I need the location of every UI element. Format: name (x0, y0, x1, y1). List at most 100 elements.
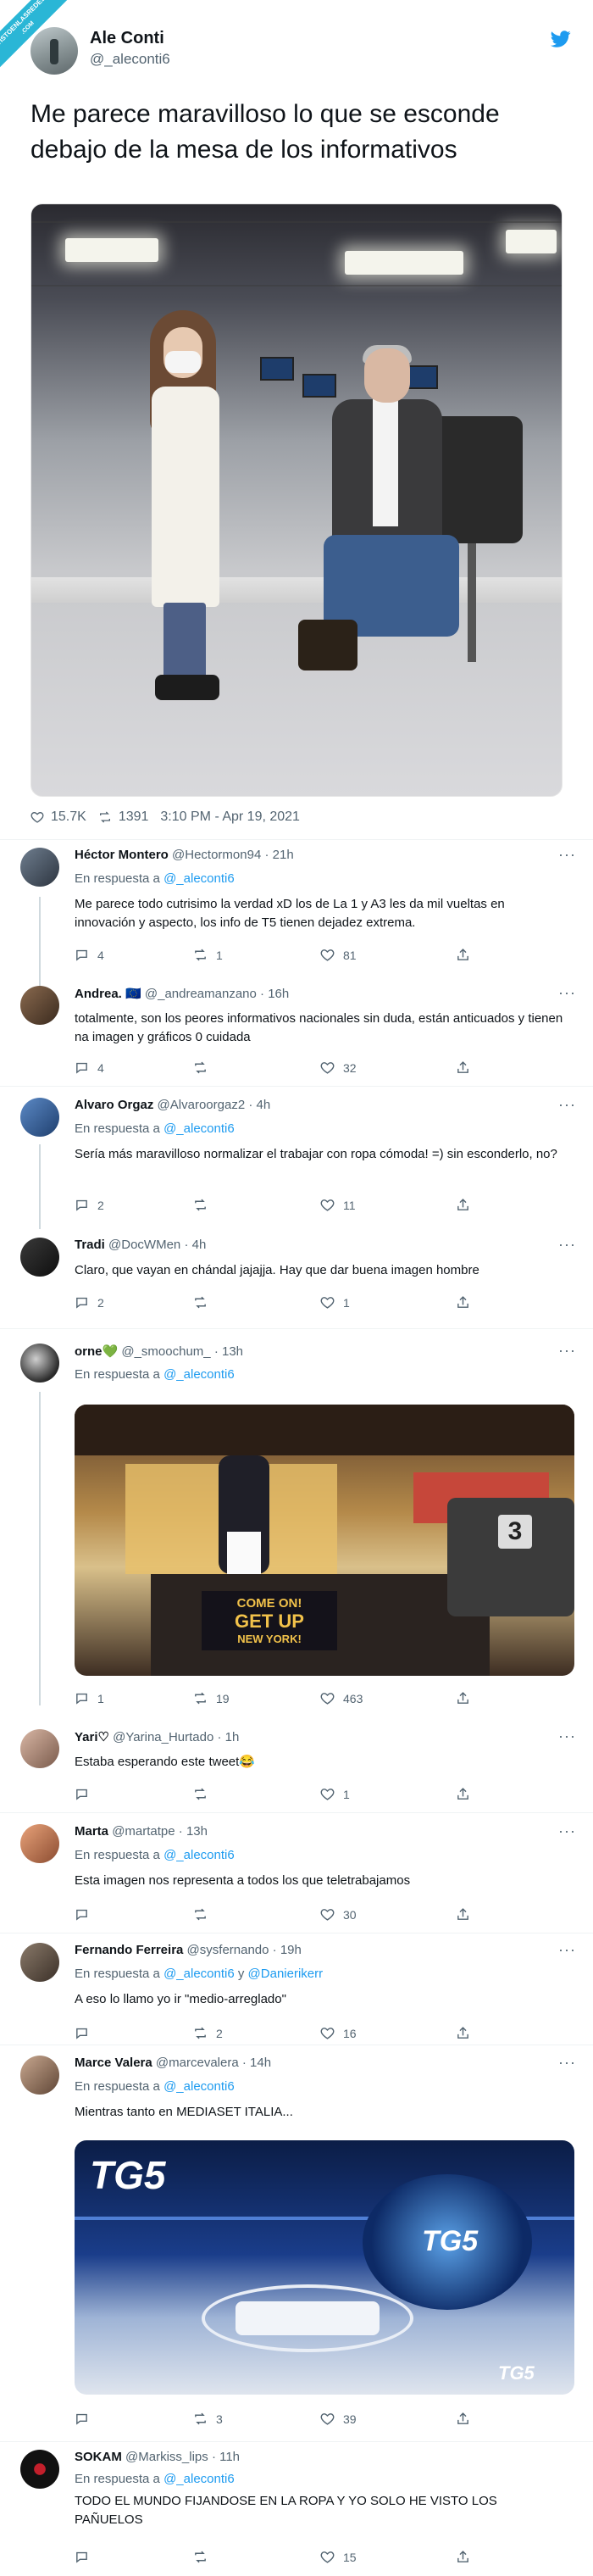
reply-avatar[interactable] (20, 848, 59, 887)
reply-author-name[interactable]: Héctor Montero (75, 848, 169, 862)
reply-to-mention[interactable]: @_aleconti6 (163, 1848, 235, 1862)
share-action[interactable] (456, 2026, 470, 2040)
heart-icon[interactable] (320, 2550, 335, 2564)
retweet-icon[interactable] (193, 1295, 208, 1310)
more-options-icon[interactable]: ··· (558, 1096, 576, 1114)
retweet-icon[interactable] (193, 1907, 208, 1922)
reply-action[interactable]: 4 (75, 948, 104, 962)
author-handle[interactable]: @_aleconti6 (90, 51, 170, 68)
reply-time[interactable]: · 1h (218, 1730, 240, 1744)
share-icon[interactable] (456, 2412, 470, 2426)
reply-avatar[interactable] (20, 2056, 59, 2095)
reply-time[interactable]: · 4h (248, 1098, 270, 1112)
reply-author-name[interactable]: Fernando Ferreira (75, 1943, 183, 1957)
share-icon[interactable] (456, 1691, 470, 1705)
comment-icon[interactable] (75, 1295, 89, 1310)
heart-icon[interactable] (320, 1787, 335, 1801)
like-action[interactable]: 1 (320, 1295, 350, 1310)
share-action[interactable] (456, 1060, 470, 1075)
author-name[interactable]: Ale Conti (90, 29, 164, 48)
reply-time[interactable]: · 13h (214, 1344, 243, 1359)
reply-avatar[interactable] (20, 1098, 59, 1137)
share-icon[interactable] (456, 1295, 470, 1310)
like-action[interactable]: 30 (320, 1907, 357, 1922)
heart-icon[interactable] (320, 1295, 335, 1310)
heart-icon[interactable] (320, 1060, 335, 1075)
reply-to-mention[interactable]: @_aleconti6 (163, 2472, 235, 2486)
retweet-action[interactable] (193, 1198, 216, 1212)
reply-time[interactable]: · 21h (264, 848, 293, 862)
reply-avatar[interactable] (20, 1943, 59, 1982)
share-action[interactable] (456, 2550, 470, 2564)
more-options-icon[interactable]: ··· (558, 1236, 576, 1254)
reply-action[interactable]: 2 (75, 1198, 104, 1212)
share-icon[interactable] (456, 2550, 470, 2564)
reply-avatar[interactable] (20, 2450, 59, 2489)
more-options-icon[interactable]: ··· (558, 1342, 576, 1360)
reply-to-mention[interactable]: @_aleconti6 (163, 1967, 235, 1981)
reply-action[interactable] (75, 2026, 97, 2040)
reply-action[interactable] (75, 2412, 97, 2426)
reply-author-handle[interactable]: @Alvaroorgaz2 (158, 1098, 246, 1112)
comment-icon[interactable] (75, 1787, 89, 1801)
retweet-icon[interactable] (193, 1060, 208, 1075)
comment-icon[interactable] (75, 2412, 89, 2426)
like-action[interactable]: 39 (320, 2412, 357, 2426)
retweet-icon[interactable] (193, 1198, 208, 1212)
comment-icon[interactable] (75, 1060, 89, 1075)
share-action[interactable] (456, 1907, 470, 1922)
heart-icon[interactable] (30, 810, 44, 824)
reply-media[interactable]: TG5 TG5 TG5 (75, 2140, 574, 2395)
reply-author-name[interactable]: Yari♡ (75, 1730, 109, 1744)
reply-author-name[interactable]: Andrea. 🇪🇺 (75, 987, 141, 1001)
comment-icon[interactable] (75, 948, 89, 962)
reply-time[interactable]: · 11h (212, 2450, 240, 2464)
reply-action[interactable] (75, 2550, 97, 2564)
reply-to-mention[interactable]: @_aleconti6 (163, 1121, 235, 1136)
twitter-bird-icon[interactable] (549, 29, 573, 49)
reply-to-mention[interactable]: @Danierikerr (248, 1967, 324, 1981)
share-icon[interactable] (456, 1198, 470, 1212)
reply-author-name[interactable]: Marta (75, 1824, 108, 1839)
comment-icon[interactable] (75, 2550, 89, 2564)
comment-icon[interactable] (75, 1907, 89, 1922)
more-options-icon[interactable]: ··· (558, 846, 576, 864)
share-icon[interactable] (456, 1907, 470, 1922)
heart-icon[interactable] (320, 948, 335, 962)
comment-icon[interactable] (75, 2026, 89, 2040)
retweet-action[interactable]: 1 (193, 948, 223, 962)
retweet-action[interactable] (193, 2550, 216, 2564)
more-options-icon[interactable]: ··· (558, 1941, 576, 1959)
reply-author-handle[interactable]: @_andreamanzano (145, 987, 257, 1001)
tweet-photo[interactable] (30, 203, 563, 797)
reply-action[interactable]: 1 (75, 1691, 104, 1705)
share-action[interactable] (456, 1295, 470, 1310)
reply-time[interactable]: · 14h (242, 2056, 271, 2070)
like-action[interactable]: 15 (320, 2550, 357, 2564)
share-icon[interactable] (456, 948, 470, 962)
more-options-icon[interactable]: ··· (558, 1822, 576, 1840)
heart-icon[interactable] (320, 2412, 335, 2426)
reply-time[interactable]: · 13h (179, 1824, 208, 1839)
reply-avatar[interactable] (20, 1238, 59, 1277)
like-action[interactable]: 81 (320, 948, 357, 962)
retweet-action[interactable]: 19 (193, 1691, 230, 1705)
reply-action[interactable] (75, 1787, 97, 1801)
share-action[interactable] (456, 2412, 470, 2426)
reply-author-name[interactable]: Marce Valera (75, 2056, 152, 2070)
reply-author-handle[interactable]: @Hectormon94 (172, 848, 261, 862)
tweet-timestamp[interactable]: 3:10 PM - Apr 19, 2021 (160, 810, 300, 825)
reply-time[interactable]: · 16h (260, 987, 289, 1001)
like-action[interactable]: 11 (320, 1198, 356, 1212)
share-icon[interactable] (456, 1787, 470, 1801)
retweet-action[interactable] (193, 1787, 216, 1801)
reply-media[interactable]: COME ON! GET UP NEW YORK! 3 (75, 1405, 574, 1676)
like-action[interactable]: 32 (320, 1060, 357, 1075)
reply-to-mention[interactable]: @_aleconti6 (163, 2079, 235, 2094)
share-action[interactable] (456, 948, 470, 962)
retweet-icon[interactable] (193, 2026, 208, 2040)
reply-to-mention[interactable]: @_aleconti6 (163, 871, 235, 886)
heart-icon[interactable] (320, 2026, 335, 2040)
share-action[interactable] (456, 1691, 470, 1705)
comment-icon[interactable] (75, 1198, 89, 1212)
